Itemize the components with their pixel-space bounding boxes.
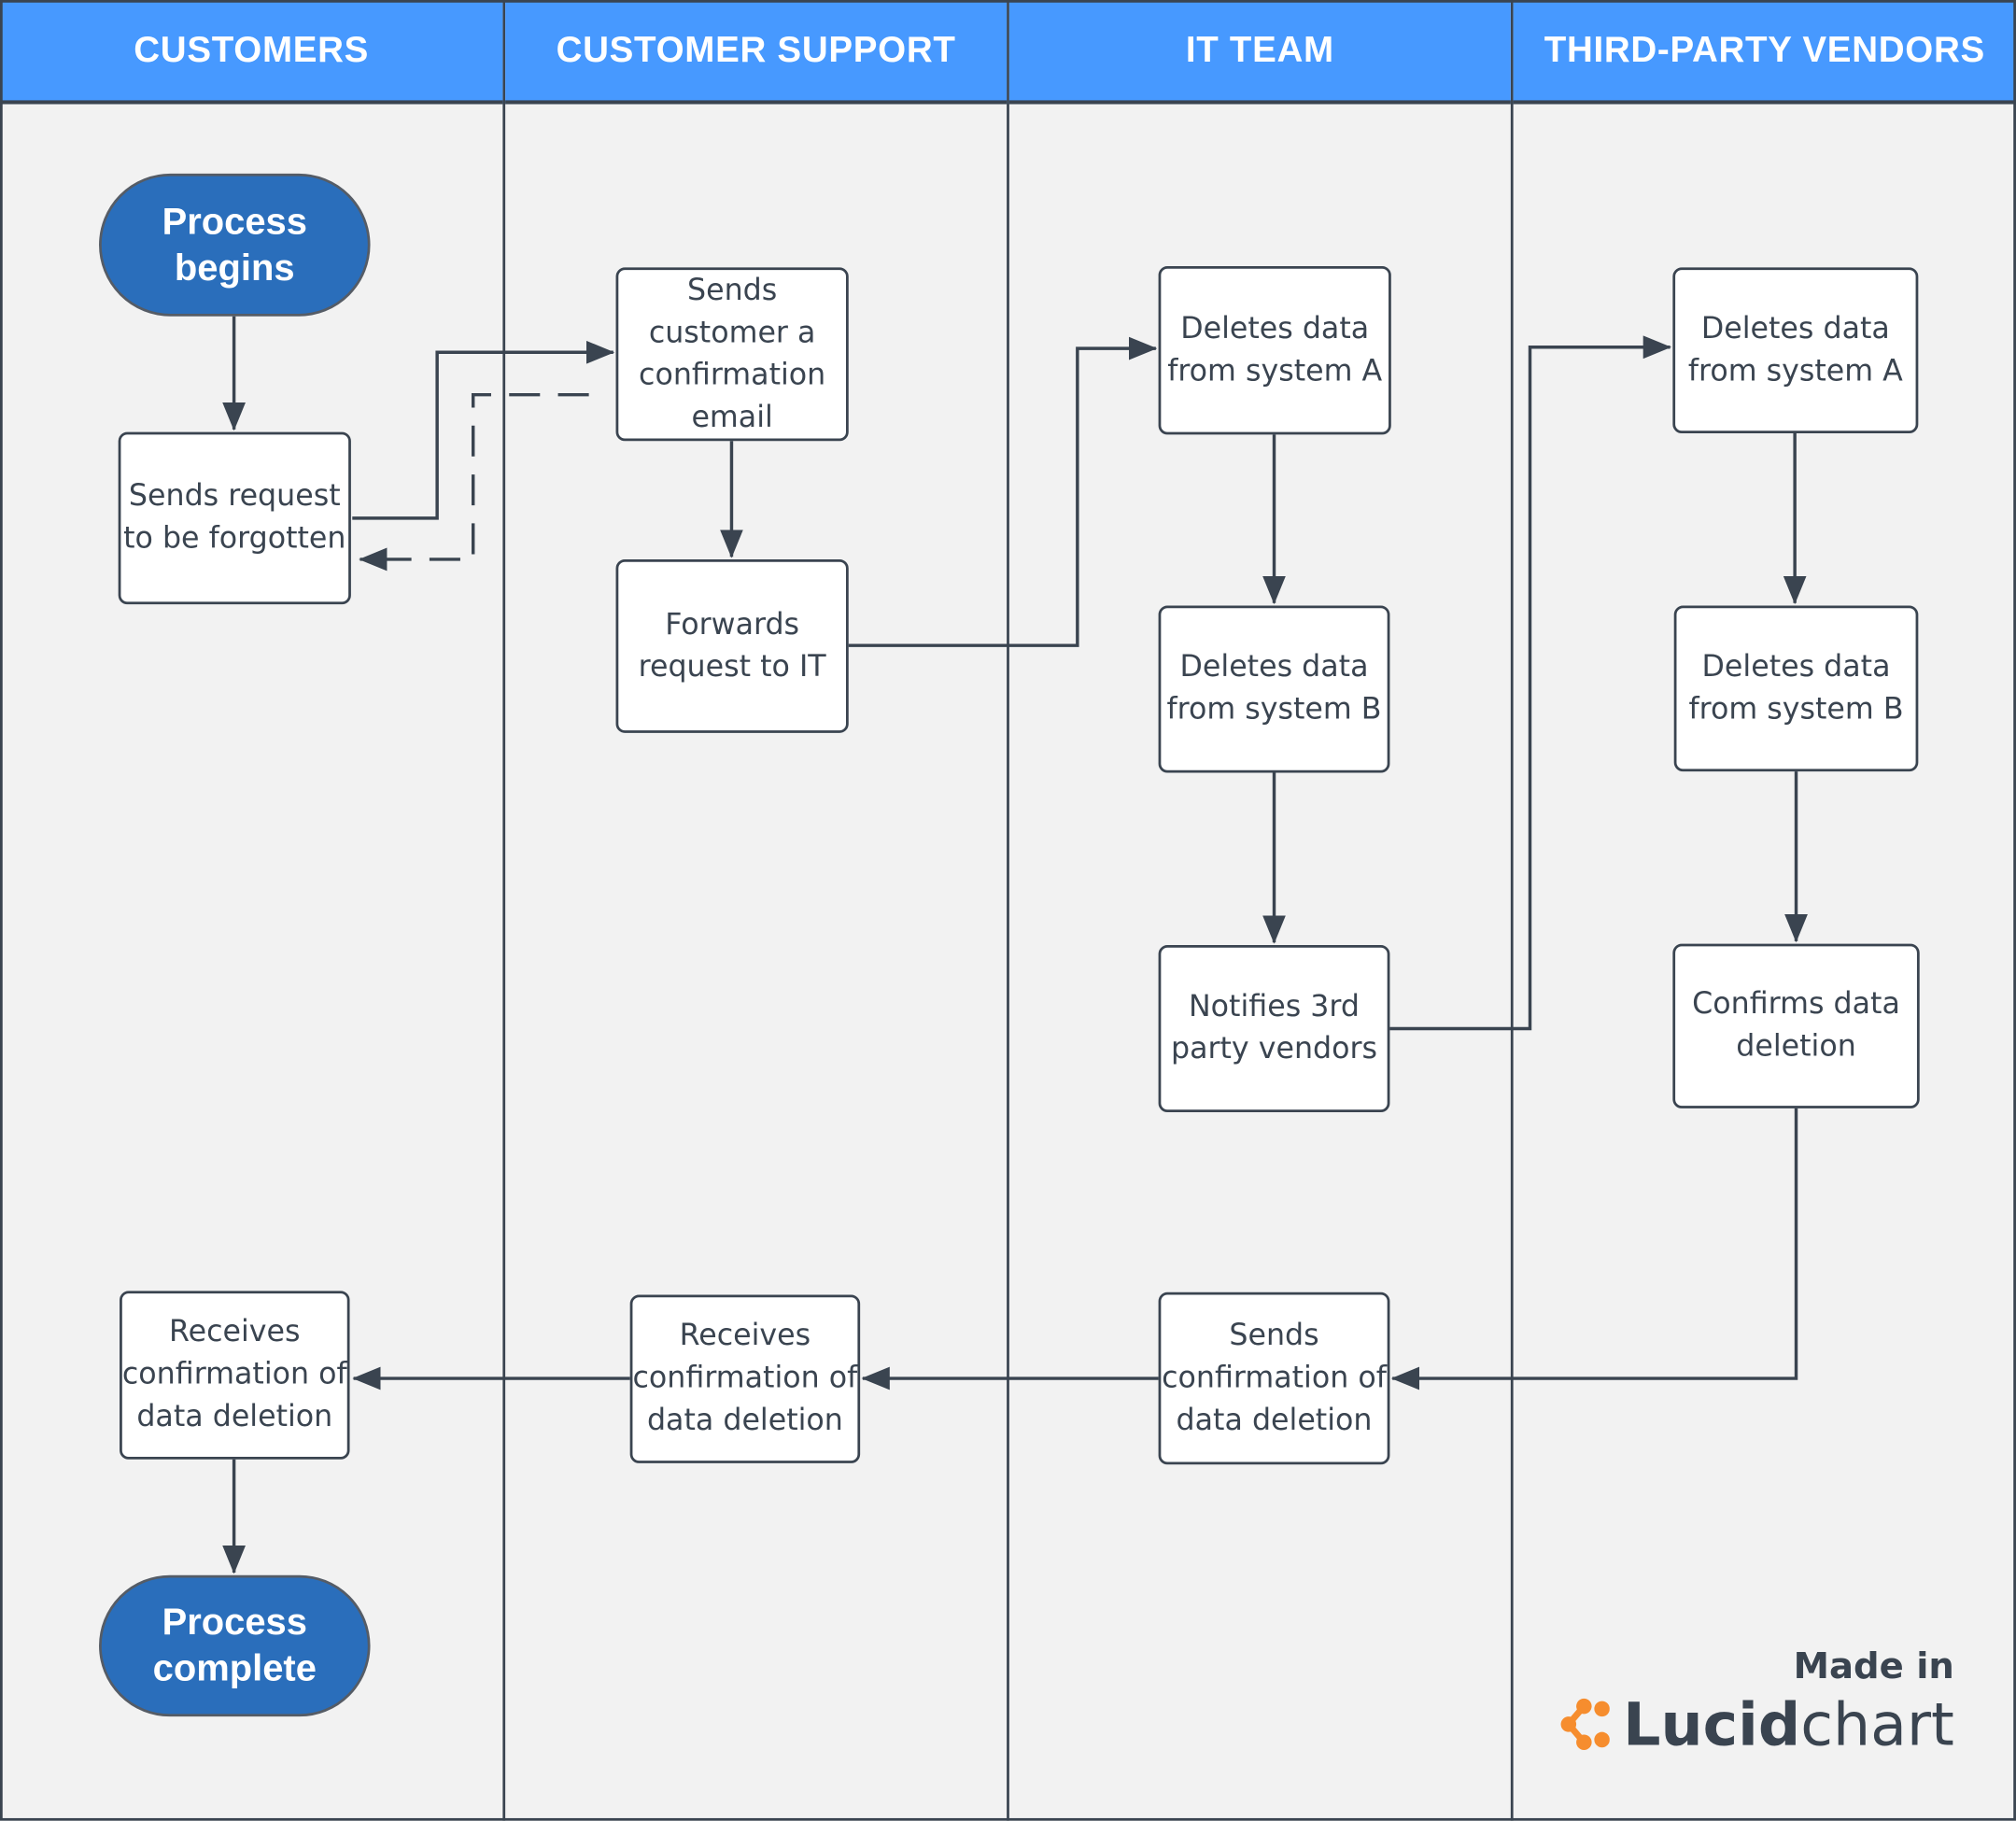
lane-header-it-team: IT TEAM bbox=[1008, 0, 1511, 105]
terminal-process-complete[interactable]: Process complete bbox=[99, 1574, 371, 1717]
brand-chart: chart bbox=[1800, 1689, 1954, 1759]
node-it-sends-confirmation[interactable]: Sends confirmation of data deletion bbox=[1158, 1292, 1390, 1465]
terminal-process-begins[interactable]: Process begins bbox=[99, 173, 371, 317]
node-vendor-deletes-system-a[interactable]: Deletes data from system A bbox=[1672, 267, 1919, 434]
made-in-label: Made in bbox=[1793, 1645, 1954, 1687]
node-confirms-deletion[interactable]: Confirms data deletion bbox=[1672, 943, 1920, 1108]
lucidchart-mark-icon bbox=[1561, 1698, 1611, 1750]
lucidchart-logo: Made in Lucidchart bbox=[1558, 1645, 1954, 1759]
node-vendor-deletes-system-b[interactable]: Deletes data from system B bbox=[1673, 605, 1919, 772]
node-forwards-request[interactable]: Forwards request to IT bbox=[615, 558, 849, 733]
lane-header-third-party-vendors: THIRD-PARTY VENDORS bbox=[1513, 0, 2016, 105]
node-sends-confirmation-email[interactable]: Sends customer a confirmation email bbox=[615, 267, 849, 442]
node-sends-request[interactable]: Sends request to be forgotten bbox=[118, 431, 351, 605]
lane-header-customers: CUSTOMERS bbox=[0, 0, 503, 105]
node-it-deletes-system-a[interactable]: Deletes data from system A bbox=[1158, 266, 1391, 435]
swimlane-diagram: CUSTOMERS CUSTOMER SUPPORT IT TEAM THIRD… bbox=[0, 0, 2016, 1821]
node-cs-receives-confirmation[interactable]: Receives confirmation of data deletion bbox=[629, 1294, 861, 1463]
lucidchart-wordmark: Lucidchart bbox=[1558, 1689, 1954, 1759]
node-notifies-vendors[interactable]: Notifies 3rd party vendors bbox=[1158, 945, 1390, 1113]
brand-lucid: Lucid bbox=[1623, 1689, 1801, 1759]
node-customer-receives-confirmation[interactable]: Receives confirmation of data deletion bbox=[120, 1291, 350, 1460]
node-it-deletes-system-b[interactable]: Deletes data from system B bbox=[1158, 605, 1390, 773]
lane-header-customer-support: CUSTOMER SUPPORT bbox=[505, 0, 1008, 105]
